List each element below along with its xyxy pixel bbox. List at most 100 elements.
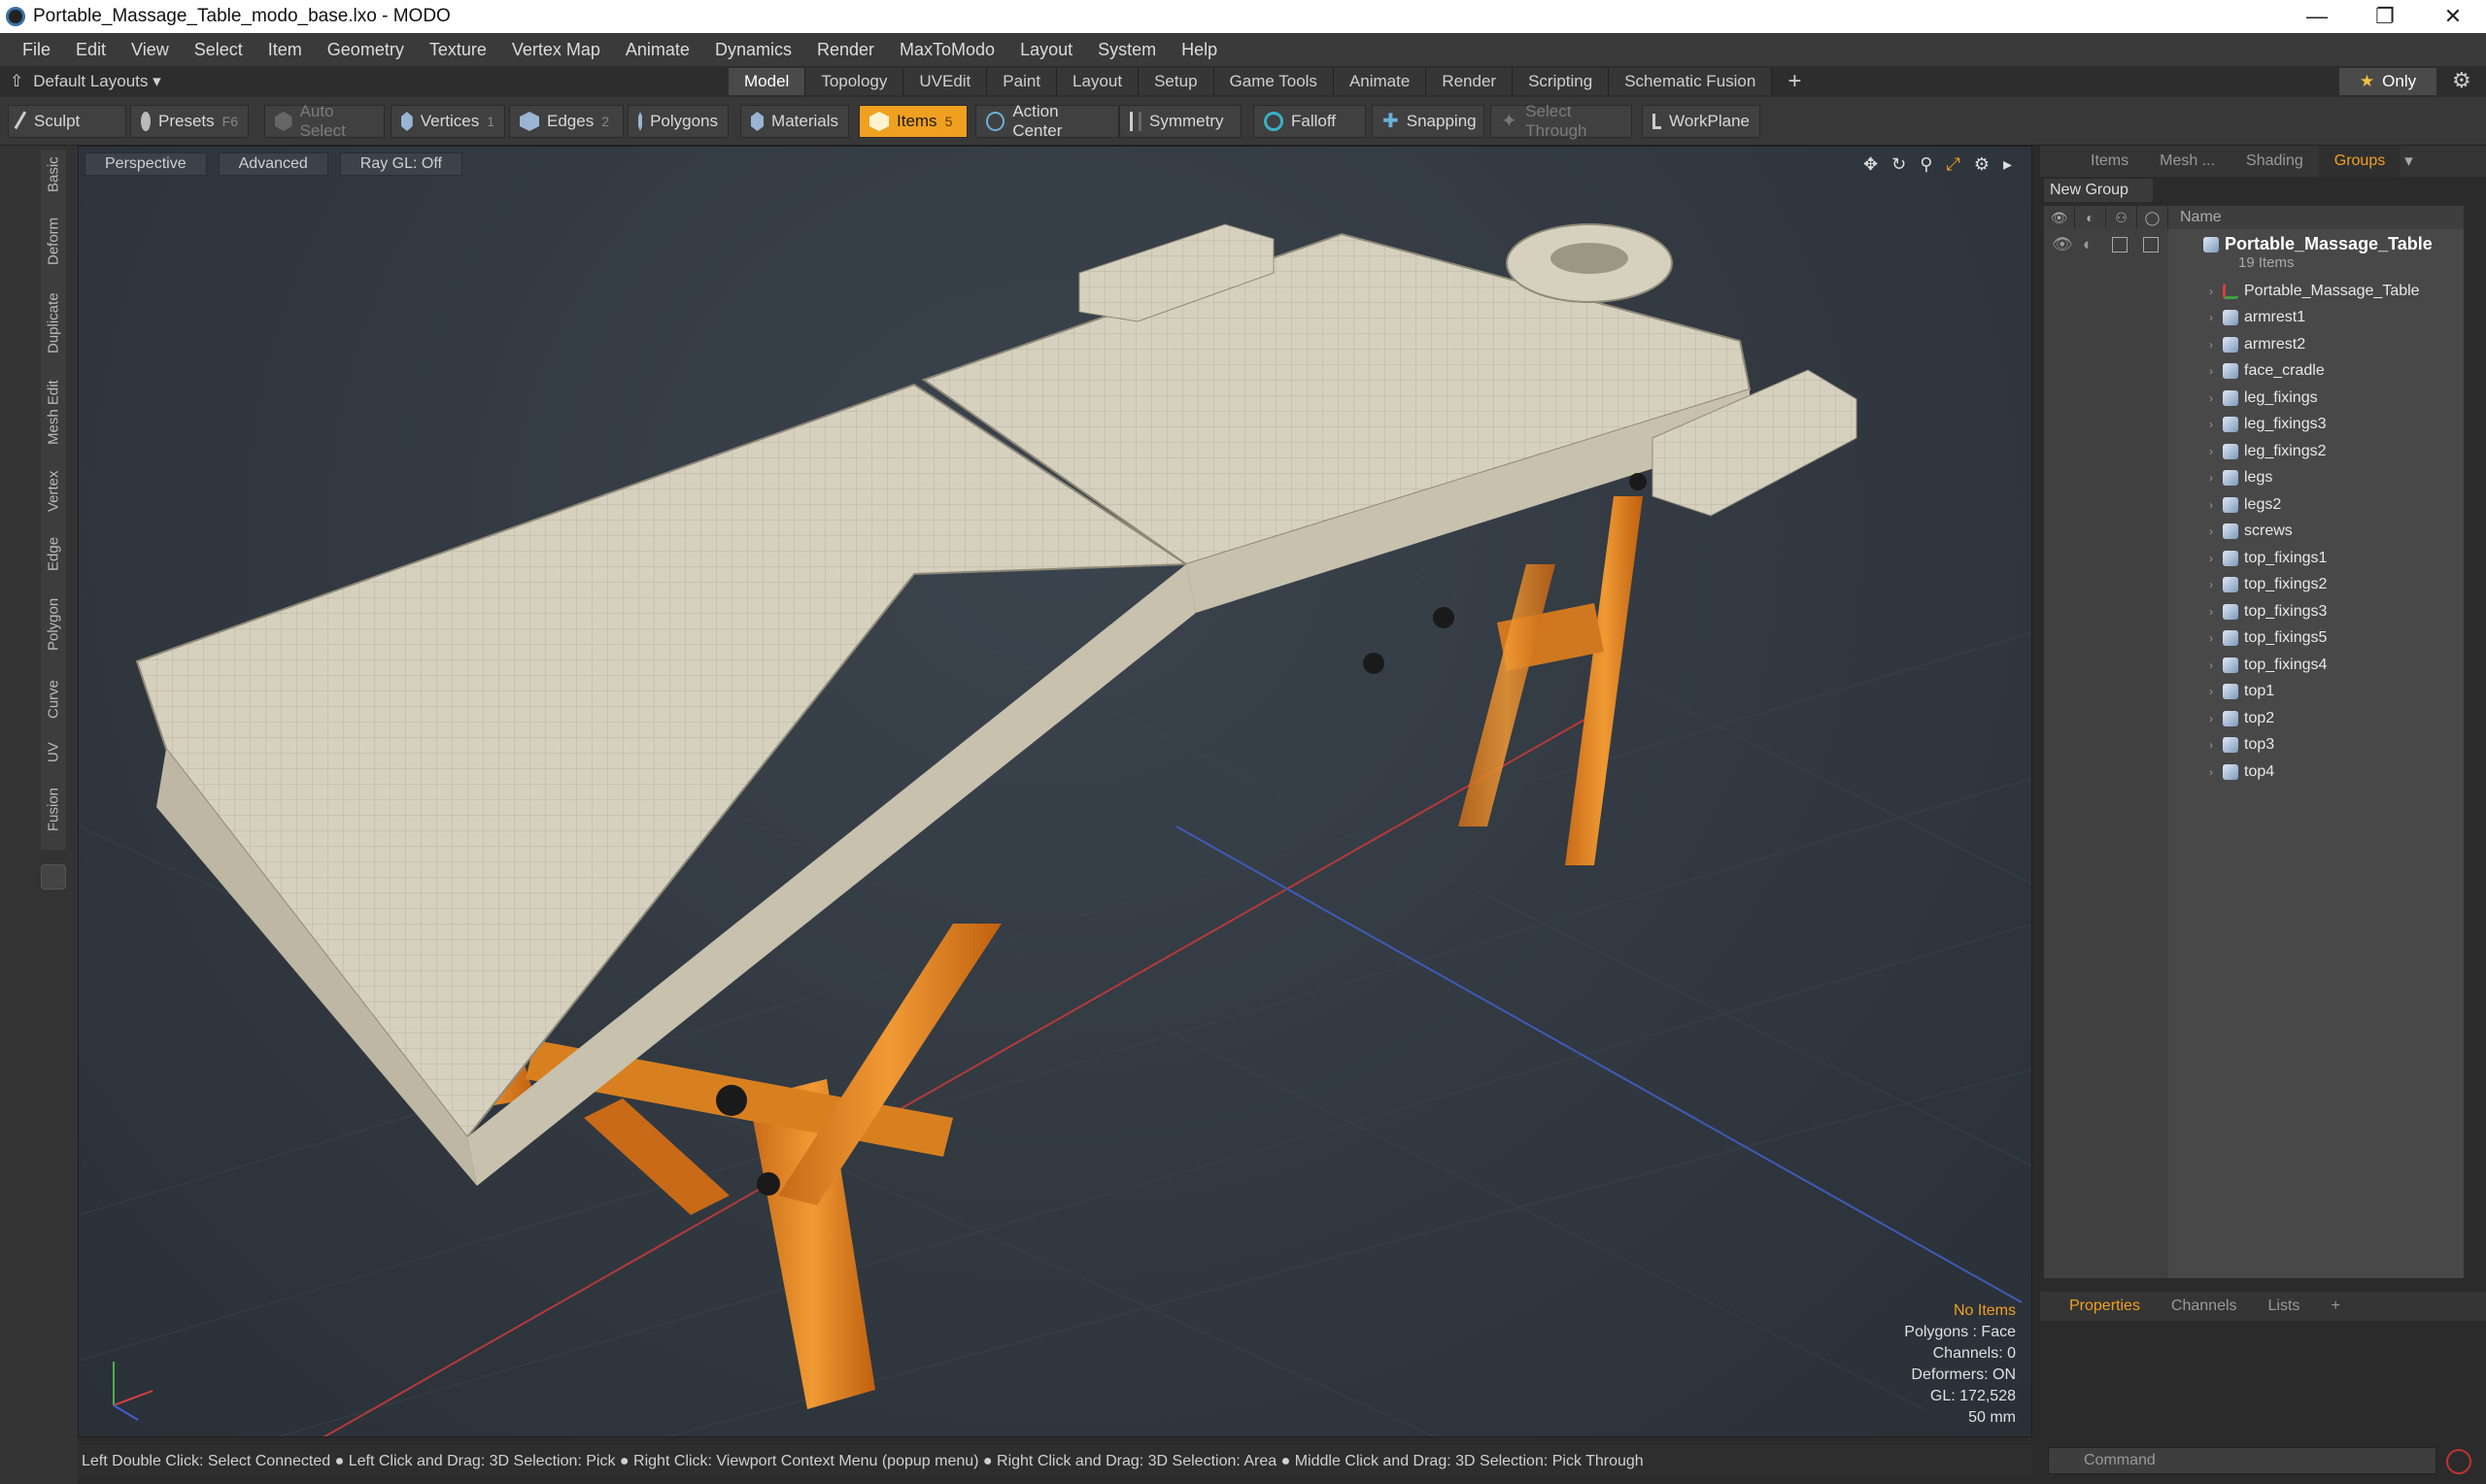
render-icon[interactable]: ◐: [2075, 206, 2106, 229]
action-center-button[interactable]: Action Center: [975, 102, 1119, 140]
tree-item-row[interactable]: › top2: [2044, 705, 2464, 731]
select-through-button[interactable]: ✦ Select Through: [1490, 102, 1632, 140]
expand-arrow-icon[interactable]: ›: [2209, 391, 2213, 405]
side-tab-vertex[interactable]: Vertex: [41, 461, 66, 522]
expand-arrow-icon[interactable]: ›: [2209, 471, 2213, 485]
side-tab-polygon[interactable]: Polygon: [41, 586, 66, 663]
items-button[interactable]: Items 5: [859, 105, 968, 138]
expand-arrow-icon[interactable]: ›: [2209, 631, 2213, 645]
tree-item-row[interactable]: › armrest1: [2044, 305, 2464, 331]
menu-texture[interactable]: Texture: [417, 40, 499, 60]
tab-properties[interactable]: Properties: [2054, 1298, 2156, 1315]
tab-lists[interactable]: Lists: [2253, 1298, 2316, 1315]
auto-select-button[interactable]: Auto Select: [264, 102, 385, 140]
tab-render[interactable]: Render: [1426, 68, 1514, 95]
menu-maxtomodo[interactable]: MaxToModo: [887, 40, 1007, 60]
perspective-button[interactable]: Perspective: [85, 152, 207, 176]
tab-scripting[interactable]: Scripting: [1513, 68, 1610, 95]
side-tab-deform[interactable]: Deform: [41, 207, 66, 275]
tree-item-row[interactable]: › leg_fixings3: [2044, 412, 2464, 438]
expand-arrow-icon[interactable]: ›: [2209, 658, 2213, 672]
3d-viewport[interactable]: Perspective Advanced Ray GL: Off ✥ ↻ ⚲ ⤢…: [78, 146, 2032, 1437]
side-expand-button[interactable]: [41, 864, 66, 890]
row-render-icon[interactable]: ◐: [2083, 235, 2093, 254]
add-tab-button[interactable]: +: [1772, 68, 1817, 95]
settings-gear-icon[interactable]: ⚙: [2452, 68, 2471, 93]
add-panel-tab-button[interactable]: +: [2315, 1298, 2355, 1315]
tree-item-row[interactable]: › top_fixings5: [2044, 625, 2464, 652]
side-tab-mesh-edit[interactable]: Mesh Edit: [41, 372, 66, 454]
tab-items[interactable]: Items: [2075, 146, 2144, 177]
tree-item-row[interactable]: › leg_fixings2: [2044, 438, 2464, 464]
tree-item-row[interactable]: › top_fixings2: [2044, 572, 2464, 598]
tab-game-tools[interactable]: Game Tools: [1213, 68, 1334, 95]
tabs-dropdown-icon[interactable]: ▾: [2404, 152, 2413, 171]
expand-arrow-icon[interactable]: ›: [2209, 765, 2213, 779]
tree-root-row[interactable]: 👁 ◐ ▾ Portable_Massage_Table: [2044, 231, 2464, 257]
new-group-button[interactable]: New Group: [2044, 179, 2153, 202]
tree-item-row[interactable]: › legs2: [2044, 491, 2464, 518]
advanced-button[interactable]: Advanced: [218, 152, 328, 176]
tab-schematic-fusion[interactable]: Schematic Fusion: [1609, 68, 1773, 95]
expand-arrow-icon[interactable]: ›: [2209, 285, 2213, 298]
menu-render[interactable]: Render: [804, 40, 887, 60]
expand-arrow-icon[interactable]: ›: [2209, 738, 2213, 752]
maximize-icon[interactable]: ⤢: [1946, 154, 1959, 175]
side-tab-duplicate[interactable]: Duplicate: [41, 283, 66, 364]
tab-paint[interactable]: Paint: [987, 68, 1058, 95]
side-tab-fusion[interactable]: Fusion: [41, 778, 66, 840]
name-column-header[interactable]: Name: [2168, 209, 2222, 226]
tab-layout[interactable]: Layout: [1057, 68, 1140, 95]
expand-arrow-icon[interactable]: ›: [2209, 445, 2213, 458]
menu-item[interactable]: Item: [255, 40, 315, 60]
command-record-icon[interactable]: [2446, 1449, 2471, 1474]
minimize-icon[interactable]: —: [2283, 0, 2351, 33]
tab-shading[interactable]: Shading: [2231, 146, 2319, 177]
menu-dynamics[interactable]: Dynamics: [702, 40, 804, 60]
expand-arrow-icon[interactable]: ›: [2209, 311, 2213, 324]
viewport-gear-icon[interactable]: ⚙: [1974, 154, 1990, 175]
tree-item-row[interactable]: › Portable_Massage_Table: [2044, 278, 2464, 304]
close-icon[interactable]: ✕: [2419, 0, 2486, 33]
menu-view[interactable]: View: [119, 40, 182, 60]
vertices-button[interactable]: Vertices 1: [391, 105, 505, 138]
menu-animate[interactable]: Animate: [613, 40, 702, 60]
edges-button[interactable]: Edges 2: [509, 105, 624, 138]
expand-arrow-icon[interactable]: ›: [2209, 605, 2213, 619]
menu-vertex-map[interactable]: Vertex Map: [499, 40, 613, 60]
layout-dropdown[interactable]: ⇧ Default Layouts ▾: [10, 66, 161, 97]
menu-help[interactable]: Help: [1169, 40, 1230, 60]
expand-arrow-icon[interactable]: ›: [2209, 552, 2213, 565]
tree-item-row[interactable]: › leg_fixings: [2044, 385, 2464, 411]
tab-channels[interactable]: Channels: [2156, 1298, 2253, 1315]
expand-arrow-icon[interactable]: ›: [2209, 685, 2213, 698]
symmetry-button[interactable]: Symmetry: [1119, 105, 1242, 138]
tree-item-row[interactable]: › top1: [2044, 679, 2464, 705]
sculpt-button[interactable]: Sculpt: [8, 105, 126, 138]
raygl-button[interactable]: Ray GL: Off: [339, 152, 462, 176]
row-eye-icon[interactable]: 👁: [2052, 235, 2073, 254]
side-tab-curve[interactable]: Curve: [41, 671, 66, 727]
materials-button[interactable]: Materials: [740, 105, 849, 138]
menu-layout[interactable]: Layout: [1007, 40, 1085, 60]
pan-icon[interactable]: ✥: [1863, 154, 1878, 175]
tab-mesh[interactable]: Mesh ...: [2144, 146, 2231, 177]
lock-icon[interactable]: ⚇: [2106, 206, 2137, 229]
tree-item-row[interactable]: › top_fixings3: [2044, 598, 2464, 624]
tree-item-row[interactable]: › face_cradle: [2044, 358, 2464, 385]
menu-select[interactable]: Select: [182, 40, 255, 60]
zoom-icon[interactable]: ⚲: [1920, 154, 1932, 175]
expand-arrow-icon[interactable]: ›: [2209, 524, 2213, 538]
command-input[interactable]: Command: [2048, 1447, 2436, 1474]
rotate-icon[interactable]: ↻: [1891, 154, 1906, 175]
visibility-eye-icon[interactable]: 👁: [2044, 206, 2075, 229]
expand-arrow-icon[interactable]: ›: [2209, 364, 2213, 378]
tree-item-row[interactable]: › top4: [2044, 759, 2464, 785]
tab-model[interactable]: Model: [729, 68, 806, 95]
menu-geometry[interactable]: Geometry: [315, 40, 417, 60]
select-icon[interactable]: ◯: [2137, 206, 2168, 229]
menu-edit[interactable]: Edit: [63, 40, 119, 60]
tab-setup[interactable]: Setup: [1139, 68, 1214, 95]
only-button[interactable]: ★ Only: [2339, 68, 2436, 95]
tab-animate[interactable]: Animate: [1333, 68, 1427, 95]
